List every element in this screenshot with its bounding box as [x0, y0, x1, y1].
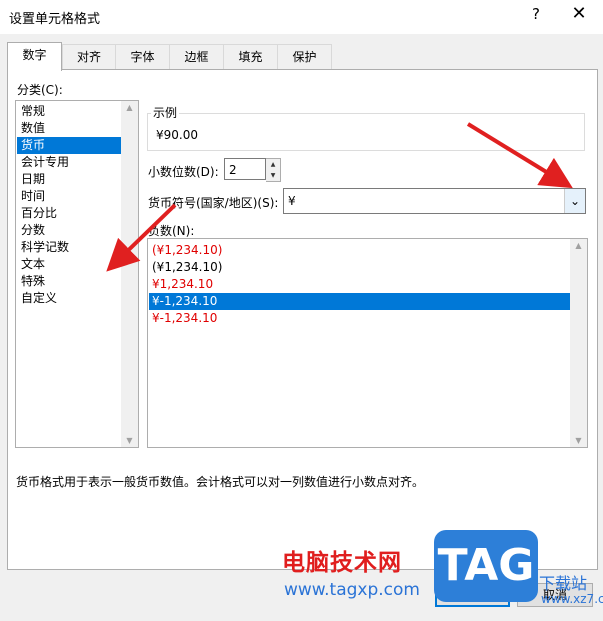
tab-fill[interactable]: 填充	[223, 44, 278, 70]
negative-item[interactable]: (¥1,234.10)	[149, 242, 571, 259]
currency-symbol-value: ¥	[288, 194, 296, 208]
negative-numbers-list[interactable]: (¥1,234.10) (¥1,234.10) ¥1,234.10 ¥-1,23…	[147, 238, 588, 448]
category-item-general[interactable]: 常规	[17, 103, 124, 120]
scroll-down-icon[interactable]: ▼	[121, 436, 138, 445]
category-item-time[interactable]: 时间	[17, 188, 124, 205]
tab-protection[interactable]: 保护	[277, 44, 332, 70]
help-button[interactable]: ?	[524, 5, 548, 27]
negative-scrollbar[interactable]: ▲ ▼	[570, 239, 587, 447]
category-item-scientific[interactable]: 科学记数	[17, 239, 124, 256]
negative-item[interactable]: ¥1,234.10	[149, 276, 571, 293]
category-item-accounting[interactable]: 会计专用	[17, 154, 124, 171]
dialog-title: 设置单元格格式	[9, 12, 101, 27]
scroll-down-icon[interactable]: ▼	[570, 436, 587, 445]
tab-border[interactable]: 边框	[169, 44, 224, 70]
title-bar: 设置单元格格式 ? ✕	[0, 0, 603, 34]
sample-legend: 示例	[151, 104, 180, 121]
category-item-fraction[interactable]: 分数	[17, 222, 124, 239]
tab-alignment[interactable]: 对齐	[62, 44, 116, 70]
negative-label: 负数(N):	[148, 224, 195, 238]
format-description: 货币格式用于表示一般货币数值。会计格式可以对一列数值进行小数点对齐。	[16, 475, 425, 489]
negative-item[interactable]: (¥1,234.10)	[149, 259, 571, 276]
category-item-special[interactable]: 特殊	[17, 273, 124, 290]
negative-item[interactable]: ¥-1,234.10	[149, 310, 571, 327]
stepper-down-icon[interactable]: ▼	[266, 170, 280, 181]
category-item-date[interactable]: 日期	[17, 171, 124, 188]
category-item-currency[interactable]: 货币	[17, 137, 124, 154]
category-label: 分类(C):	[17, 83, 63, 97]
close-button[interactable]: ✕	[566, 3, 592, 29]
currency-symbol-select[interactable]: ¥ ⌄	[283, 188, 586, 214]
category-item-number[interactable]: 数值	[17, 120, 124, 137]
category-scrollbar[interactable]: ▲ ▼	[121, 101, 138, 447]
scroll-up-icon[interactable]: ▲	[121, 103, 138, 112]
scroll-up-icon[interactable]: ▲	[570, 241, 587, 250]
tab-number[interactable]: 数字	[7, 42, 62, 71]
category-item-percentage[interactable]: 百分比	[17, 205, 124, 222]
watermark-logo: TAG	[434, 530, 538, 602]
watermark-side-url: www.xz7.com	[541, 592, 603, 606]
tab-font[interactable]: 字体	[115, 44, 170, 70]
category-list[interactable]: 常规 数值 货币 会计专用 日期 时间 百分比 分数 科学记数 文本 特殊 自定…	[15, 100, 139, 448]
decimals-input[interactable]: 2	[224, 158, 266, 180]
category-item-text[interactable]: 文本	[17, 256, 124, 273]
decimals-label: 小数位数(D):	[148, 165, 219, 179]
category-item-custom[interactable]: 自定义	[17, 290, 124, 307]
currency-symbol-label: 货币符号(国家/地区)(S):	[148, 196, 279, 210]
watermark-url: www.tagxp.com	[284, 580, 420, 600]
stepper-up-icon[interactable]: ▲	[266, 159, 280, 170]
sample-group	[147, 113, 585, 151]
negative-item-selected[interactable]: ¥-1,234.10	[149, 293, 571, 310]
decimals-stepper[interactable]: ▲ ▼	[266, 158, 281, 182]
watermark-text: 电脑技术网	[282, 550, 402, 576]
chevron-down-icon[interactable]: ⌄	[564, 189, 585, 213]
watermark-side-text: 下载站	[539, 574, 588, 593]
sample-value: ¥90.00	[156, 128, 198, 142]
